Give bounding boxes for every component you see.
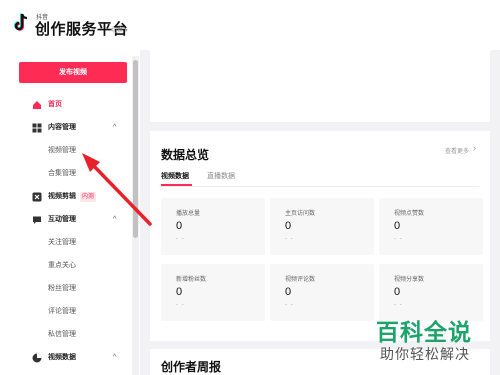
chevron-up-icon: ^	[113, 354, 117, 361]
grid-icon	[32, 123, 42, 133]
sidebar-item-label: 视频数据	[48, 354, 76, 361]
chevron-up-icon: ^	[113, 124, 117, 131]
sidebar-item-content-management[interactable]: 内容管理 ^	[0, 118, 132, 138]
chevron-up-icon: ^	[113, 216, 117, 223]
stat-delta: - -	[176, 302, 185, 308]
sidebar-item-video-data[interactable]: 视频数据 ^	[0, 348, 132, 368]
sidebar-item-label: 粉丝管理	[48, 285, 76, 292]
publish-video-button[interactable]: 发布视频	[19, 62, 127, 83]
sidebar-scrollbar-thumb[interactable]	[133, 60, 138, 238]
stat-value: 0	[394, 220, 401, 232]
stat-card-new-fans: 新增粉丝数 0 - -	[161, 264, 265, 321]
stat-card-likes: 视频点赞数 0 - -	[379, 198, 483, 255]
sidebar-item-collection-management[interactable]: 合集管理	[0, 164, 132, 184]
stat-value: 0	[285, 220, 292, 232]
tab-divider	[161, 186, 479, 187]
sidebar-item-label: 重点关心	[48, 262, 76, 269]
stat-label: 视频评论数	[285, 277, 316, 283]
sidebar-item-label: 私信管理	[48, 331, 76, 338]
sidebar-item-comment-management[interactable]: 评论管理	[0, 302, 132, 322]
stat-card-plays: 播放总量 0 - -	[161, 198, 265, 255]
pie-chart-icon	[32, 353, 42, 363]
see-more-link[interactable]: 查看更多	[445, 146, 469, 155]
banner-panel	[150, 50, 490, 122]
stat-card-profile-visits: 主页访问数 0 - -	[270, 198, 374, 255]
stat-label: 播放总量	[176, 211, 201, 217]
stat-delta: - -	[285, 302, 294, 308]
stat-label: 主页访问数	[285, 211, 316, 217]
switch-label: 切换	[111, 28, 124, 34]
sidebar-item-home[interactable]: 首页	[0, 95, 132, 115]
sidebar-item-label: 合集管理	[48, 170, 76, 177]
sidebar-item-label: 关注管理	[48, 239, 76, 246]
sidebar-item-label: 互动管理	[48, 216, 76, 223]
watermark-subtitle: 助你轻松解决	[380, 346, 470, 362]
tab-live-data[interactable]: 直播数据	[207, 171, 235, 181]
stat-delta: - -	[285, 236, 294, 242]
sidebar-item-message-management[interactable]: 私信管理	[0, 325, 132, 345]
stat-delta: - -	[394, 302, 403, 308]
beta-badge: 内测	[80, 192, 97, 202]
top-header: 抖音 创作服务平台 切换 ▾	[0, 0, 500, 50]
scissors-icon	[32, 192, 42, 202]
sidebar-item-interaction-management[interactable]: 互动管理 ^	[0, 210, 132, 230]
stat-value: 0	[176, 220, 183, 232]
weekly-report-title: 创作者周报	[161, 360, 222, 374]
sidebar-item-label: 评论管理	[48, 308, 76, 315]
stat-delta: - -	[394, 236, 403, 242]
home-icon	[33, 101, 41, 109]
stat-label: 视频点赞数	[394, 211, 425, 217]
stat-label: 新增粉丝数	[176, 277, 207, 283]
sidebar-item-fan-management[interactable]: 粉丝管理	[0, 279, 132, 299]
chevron-down-icon: ▾	[124, 28, 128, 34]
sidebar-item-label: 内容管理	[48, 124, 76, 131]
tiktok-logo-icon	[14, 13, 28, 31]
stat-value: 0	[394, 286, 401, 298]
watermark-title: 百科全说	[376, 319, 472, 345]
chevron-right-icon[interactable]: ›	[473, 143, 476, 153]
tab-video-data[interactable]: 视频数据	[161, 171, 189, 181]
stat-value: 0	[285, 286, 292, 298]
sidebar-item-follow-management[interactable]: 关注管理	[0, 233, 132, 253]
sidebar-item-label: 视频管理	[48, 147, 76, 154]
sidebar-item-video-management[interactable]: 视频管理	[0, 141, 132, 161]
stat-card-comments: 视频评论数 0 - -	[270, 264, 374, 321]
sidebar-item-label: 视频剪辑	[48, 193, 76, 200]
chat-icon	[33, 216, 41, 224]
sidebar-item-video-editing[interactable]: 视频剪辑 内测	[0, 187, 132, 207]
stat-value: 0	[176, 286, 183, 298]
stat-label: 视频分享数	[394, 277, 425, 283]
stat-delta: - -	[176, 236, 185, 242]
sidebar-item-label: 首页	[48, 101, 62, 108]
switch-account-button[interactable]: 切换 ▾	[111, 25, 128, 34]
data-overview-title: 数据总览	[161, 148, 210, 162]
sidebar-item-key-attention[interactable]: 重点关心	[0, 256, 132, 276]
